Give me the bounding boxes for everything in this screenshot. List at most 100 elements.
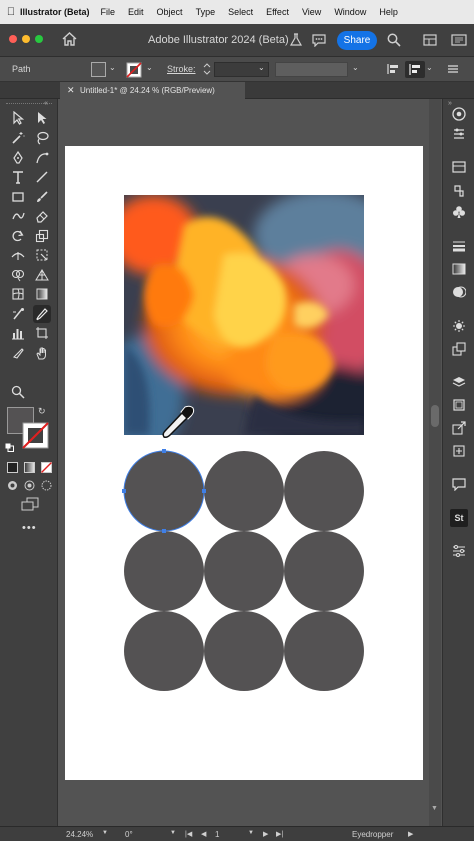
rotate-tool-icon[interactable] [9, 227, 27, 245]
symbols-panel-icon[interactable] [450, 182, 468, 200]
comments-panel-icon[interactable] [450, 475, 468, 493]
menu-help[interactable]: Help [379, 7, 398, 17]
scale-tool-icon[interactable] [33, 227, 51, 245]
color-mode-icon[interactable] [7, 460, 18, 478]
circle-shape[interactable] [284, 451, 364, 531]
fill-swatch[interactable] [91, 62, 106, 77]
zoom-dropdown-chevron-icon[interactable]: ▼ [102, 830, 108, 836]
menu-edit[interactable]: Edit [128, 7, 144, 17]
close-window-button[interactable] [9, 35, 17, 43]
stroke-color-swatch[interactable] [22, 422, 49, 454]
asset-export-icon[interactable] [450, 442, 468, 460]
artboard-dropdown-chevron-icon[interactable]: ▼ [248, 830, 254, 836]
rotation-field[interactable]: 0° [125, 830, 133, 839]
line-segment-tool-icon[interactable] [33, 168, 51, 186]
close-tab-icon[interactable]: ✕ [67, 82, 75, 99]
minimize-window-button[interactable] [22, 35, 30, 43]
column-graph-tool-icon[interactable] [9, 324, 27, 342]
circle-shape[interactable] [284, 611, 364, 691]
comments-icon[interactable] [312, 33, 326, 52]
transparency-panel-icon[interactable] [450, 283, 468, 301]
club-symbol-icon[interactable] [450, 203, 468, 221]
circle-shape[interactable] [284, 531, 364, 611]
menu-window[interactable]: Window [334, 7, 366, 17]
zoom-level-field[interactable]: 24.24% [66, 830, 93, 839]
type-tool-icon[interactable] [9, 168, 27, 186]
menu-effect[interactable]: Effect [266, 7, 289, 17]
share-button[interactable]: Share [337, 31, 377, 50]
stroke-label[interactable]: Stroke: [167, 64, 196, 74]
menu-file[interactable]: File [101, 7, 116, 17]
properties-panel-icon[interactable] [450, 125, 468, 143]
scrollbar-thumb[interactable] [431, 405, 439, 427]
width-tool-icon[interactable] [9, 246, 27, 264]
draw-normal-icon[interactable] [7, 478, 18, 496]
collapse-panel-icon[interactable]: « [44, 100, 48, 107]
adobe-stock-panel-icon[interactable]: St [450, 509, 468, 527]
document-tab[interactable]: ✕ Untitled-1* @ 24.24 % (RGB/Preview) [60, 82, 245, 99]
variable-width-profile-dropdown[interactable] [275, 62, 348, 77]
artboard-tool-icon[interactable] [33, 324, 51, 342]
layers-panel-icon[interactable] [450, 373, 468, 391]
export-asset-panel-icon[interactable] [450, 419, 468, 437]
change-screen-mode-icon[interactable] [21, 497, 39, 516]
direct-selection-tool-icon[interactable] [33, 109, 51, 127]
libraries-panel-icon[interactable] [450, 158, 468, 176]
next-artboard-icon[interactable]: ▶ [263, 830, 268, 838]
align-icon[interactable] [387, 63, 399, 77]
panel-settings-icon[interactable] [450, 542, 468, 560]
shaper-tool-icon[interactable] [9, 207, 27, 225]
none-mode-icon[interactable] [41, 460, 52, 478]
rectangle-tool-icon[interactable] [9, 188, 27, 206]
status-menu-arrow-icon[interactable]: ▶ [408, 830, 413, 838]
gradient-panel-icon[interactable] [450, 260, 468, 278]
eraser-tool-icon[interactable] [33, 207, 51, 225]
graphic-styles-panel-icon[interactable] [450, 340, 468, 358]
pen-tool-icon[interactable] [9, 149, 27, 167]
slice-tool-icon[interactable] [9, 344, 27, 362]
zoom-window-button[interactable] [35, 35, 43, 43]
free-transform-tool-icon[interactable] [33, 246, 51, 264]
artboards-panel-icon[interactable] [450, 396, 468, 414]
transform-icon[interactable] [405, 61, 425, 78]
swap-fill-stroke-icon[interactable]: ↻ [38, 406, 46, 417]
control-panel-menu-icon[interactable] [447, 63, 459, 77]
stroke-weight-stepper[interactable] [203, 62, 211, 78]
workspace-switcher-icon[interactable] [451, 33, 467, 51]
transform-chevron-icon[interactable]: ⌄ [426, 63, 433, 72]
gradient-tool-icon[interactable] [33, 285, 51, 303]
selection-tool-icon[interactable] [9, 109, 27, 127]
mesh-tool-icon[interactable] [9, 285, 27, 303]
shape-builder-tool-icon[interactable] [9, 266, 27, 284]
hand-tool-icon[interactable] [33, 344, 51, 362]
scroll-down-arrow-icon[interactable]: ▼ [431, 805, 438, 812]
magic-wand-tool-icon[interactable] [9, 129, 27, 147]
rotation-dropdown-chevron-icon[interactable]: ▼ [170, 830, 176, 836]
arrange-documents-icon[interactable] [423, 33, 437, 51]
default-fill-stroke-icon[interactable] [5, 439, 14, 452]
draw-behind-icon[interactable] [24, 478, 35, 496]
stroke-swatch-none[interactable] [126, 62, 142, 80]
stroke-dropdown-chevron-icon[interactable]: ⌄ [146, 63, 153, 72]
edit-toolbar-more-icon[interactable]: ••• [22, 522, 37, 534]
gradient-mode-icon[interactable] [24, 460, 35, 478]
stroke-panel-icon[interactable] [450, 237, 468, 255]
menu-view[interactable]: View [302, 7, 321, 17]
last-artboard-icon[interactable]: ▶| [276, 830, 283, 838]
menu-object[interactable]: Object [157, 7, 183, 17]
blend-tool-icon[interactable] [9, 305, 27, 323]
previous-artboard-icon[interactable]: ◀ [201, 830, 206, 838]
search-icon[interactable] [387, 33, 401, 52]
fill-dropdown-chevron-icon[interactable]: ⌄ [109, 63, 116, 72]
zoom-tool-icon[interactable] [9, 383, 27, 401]
appearance-panel-icon[interactable] [450, 317, 468, 335]
apple-icon[interactable]:  [2, 6, 20, 18]
smoke-image[interactable] [124, 195, 364, 435]
circle-shape[interactable] [124, 531, 204, 611]
curvature-tool-icon[interactable] [33, 149, 51, 167]
vertical-scrollbar[interactable]: ▼ [429, 99, 441, 826]
perspective-grid-tool-icon[interactable] [33, 266, 51, 284]
stroke-weight-chevron-icon[interactable]: ⌄ [258, 63, 265, 72]
paintbrush-tool-icon[interactable] [33, 188, 51, 206]
beta-flask-icon[interactable] [289, 33, 303, 52]
